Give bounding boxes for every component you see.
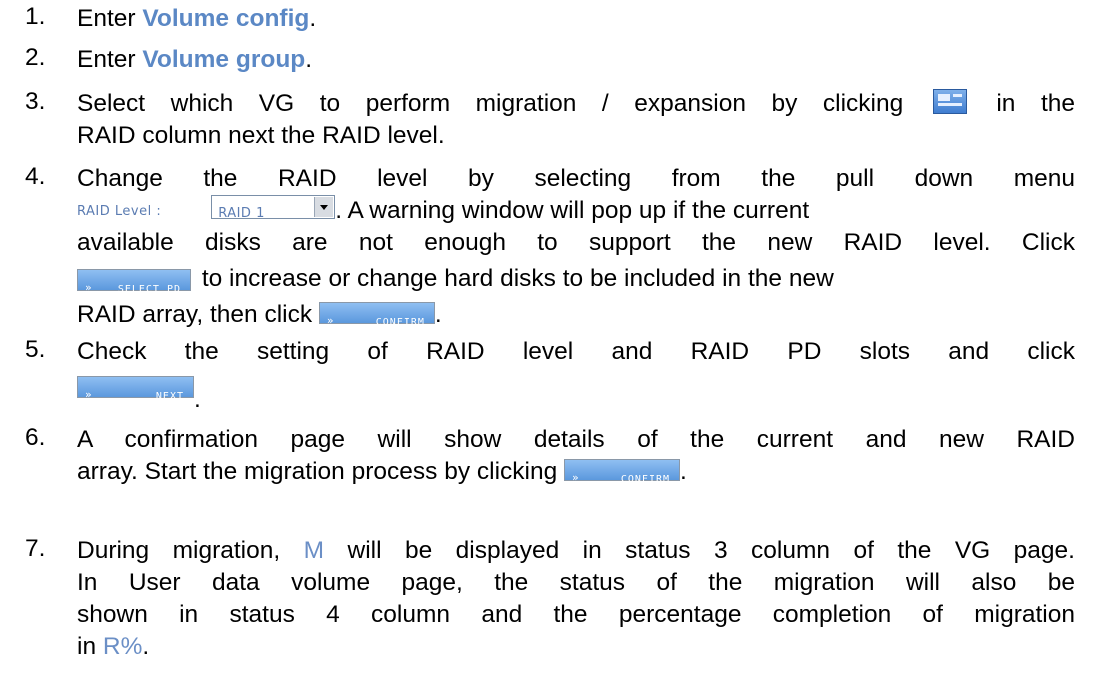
double-chevron-icon: »: [326, 314, 334, 327]
step-text: RAID array, then click: [77, 301, 313, 328]
step-punct: .: [194, 386, 201, 413]
step-number: 5.: [25, 336, 46, 363]
step-text: in: [77, 633, 97, 660]
step-text: in the: [996, 90, 1076, 117]
raid-level-label: RAID Level :: [77, 204, 162, 219]
raid-level-value: RAID 1: [218, 206, 265, 221]
step-text: A confirmation page will show details of…: [77, 426, 1075, 453]
step-text: Select which VG to perform migration / e…: [77, 90, 904, 117]
step-number: 1.: [25, 3, 46, 30]
rebuild-percent-label: R%: [102, 633, 143, 660]
step-text: In User data volume page, the status of …: [77, 569, 1075, 596]
step-text: Enter: [77, 46, 143, 73]
step-text: available disks are not enough to suppor…: [77, 229, 1075, 256]
confirm-label: CONFIRM: [375, 317, 425, 328]
menu-keyword: Volume config: [142, 5, 310, 32]
confirm-label: CONFIRM: [620, 474, 671, 485]
vg-properties-icon[interactable]: [932, 89, 967, 114]
step-text: During migration,: [77, 537, 281, 564]
next-button[interactable]: » NEXT: [77, 375, 194, 402]
step-text: to increase or change hard disks to be i…: [201, 265, 834, 292]
step-number: 3.: [25, 88, 46, 115]
double-chevron-icon: »: [85, 387, 92, 401]
next-label: NEXT: [155, 390, 184, 402]
menu-keyword: Volume group: [142, 46, 306, 73]
step-punct: .: [680, 458, 687, 485]
step-punct: .: [305, 46, 313, 73]
step-text: array. Start the migration process by cl…: [77, 458, 558, 485]
confirm-button[interactable]: » CONFIRM: [564, 459, 681, 485]
double-chevron-icon: »: [572, 471, 579, 484]
step-punct: .: [142, 633, 150, 660]
step-text: . A warning window will pop up if the cu…: [335, 197, 810, 224]
step-text: will be displayed in status 3 column of …: [347, 537, 1075, 564]
step-number: 2.: [25, 44, 46, 71]
step-punct: .: [434, 301, 442, 328]
step-number: 4.: [25, 163, 46, 190]
step-text: Check the setting of RAID level and RAID…: [77, 338, 1075, 365]
select-pd-button[interactable]: » SELECT PD: [77, 268, 191, 295]
step-text: RAID column next the RAID level.: [77, 122, 445, 149]
double-chevron-icon: »: [85, 280, 92, 294]
instruction-list: 1. Enter Volume config. 2. Enter Volume …: [0, 0, 1100, 696]
raid-level-select[interactable]: RAID 1: [211, 195, 336, 221]
confirm-button[interactable]: » CONFIRM: [318, 302, 435, 328]
step-number: 6.: [25, 424, 46, 451]
select-pd-label: SELECT PD: [117, 283, 181, 295]
migration-status-letter: M: [303, 537, 325, 564]
step-text: Change the RAID level by selecting from …: [77, 165, 1075, 192]
step-number: 7.: [25, 535, 46, 562]
step-punct: .: [309, 5, 317, 32]
step-text: Enter: [77, 5, 143, 32]
step-text: shown in status 4 column and the percent…: [77, 601, 1075, 628]
dropdown-arrow-icon[interactable]: [314, 197, 334, 217]
